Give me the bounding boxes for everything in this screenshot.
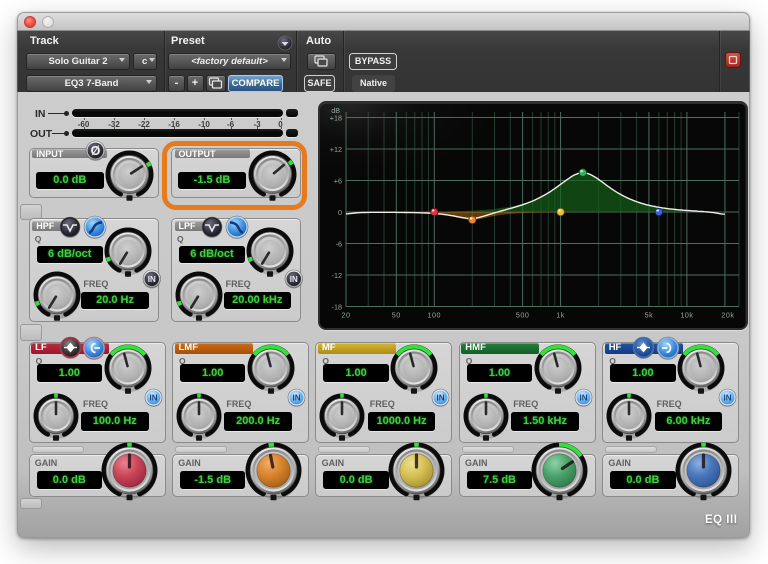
svg-text:100: 100 <box>428 310 442 319</box>
svg-text:IN: IN <box>148 274 156 283</box>
svg-text:1k: 1k <box>556 310 565 319</box>
svg-text:-18: -18 <box>332 302 342 311</box>
svg-text:IN: IN <box>293 394 301 403</box>
svg-text:IN: IN <box>149 394 157 403</box>
svg-text:10k: 10k <box>680 310 693 319</box>
svg-text:+6: +6 <box>334 176 342 185</box>
svg-text:IN: IN <box>723 394 731 403</box>
svg-text:20: 20 <box>342 310 351 319</box>
svg-text:5k: 5k <box>645 310 654 319</box>
svg-text:50: 50 <box>392 310 401 319</box>
svg-text:Ø: Ø <box>91 144 101 158</box>
svg-text:IN: IN <box>290 274 298 283</box>
svg-text:+12: +12 <box>330 145 342 154</box>
svg-text:-12: -12 <box>332 271 342 280</box>
svg-text:IN: IN <box>436 394 444 403</box>
svg-text:-6: -6 <box>336 239 342 248</box>
svg-text:0: 0 <box>338 208 342 217</box>
svg-text:IN: IN <box>580 394 588 403</box>
svg-text:+18: +18 <box>330 113 342 122</box>
svg-text:20k: 20k <box>721 310 734 319</box>
svg-text:500: 500 <box>516 310 530 319</box>
